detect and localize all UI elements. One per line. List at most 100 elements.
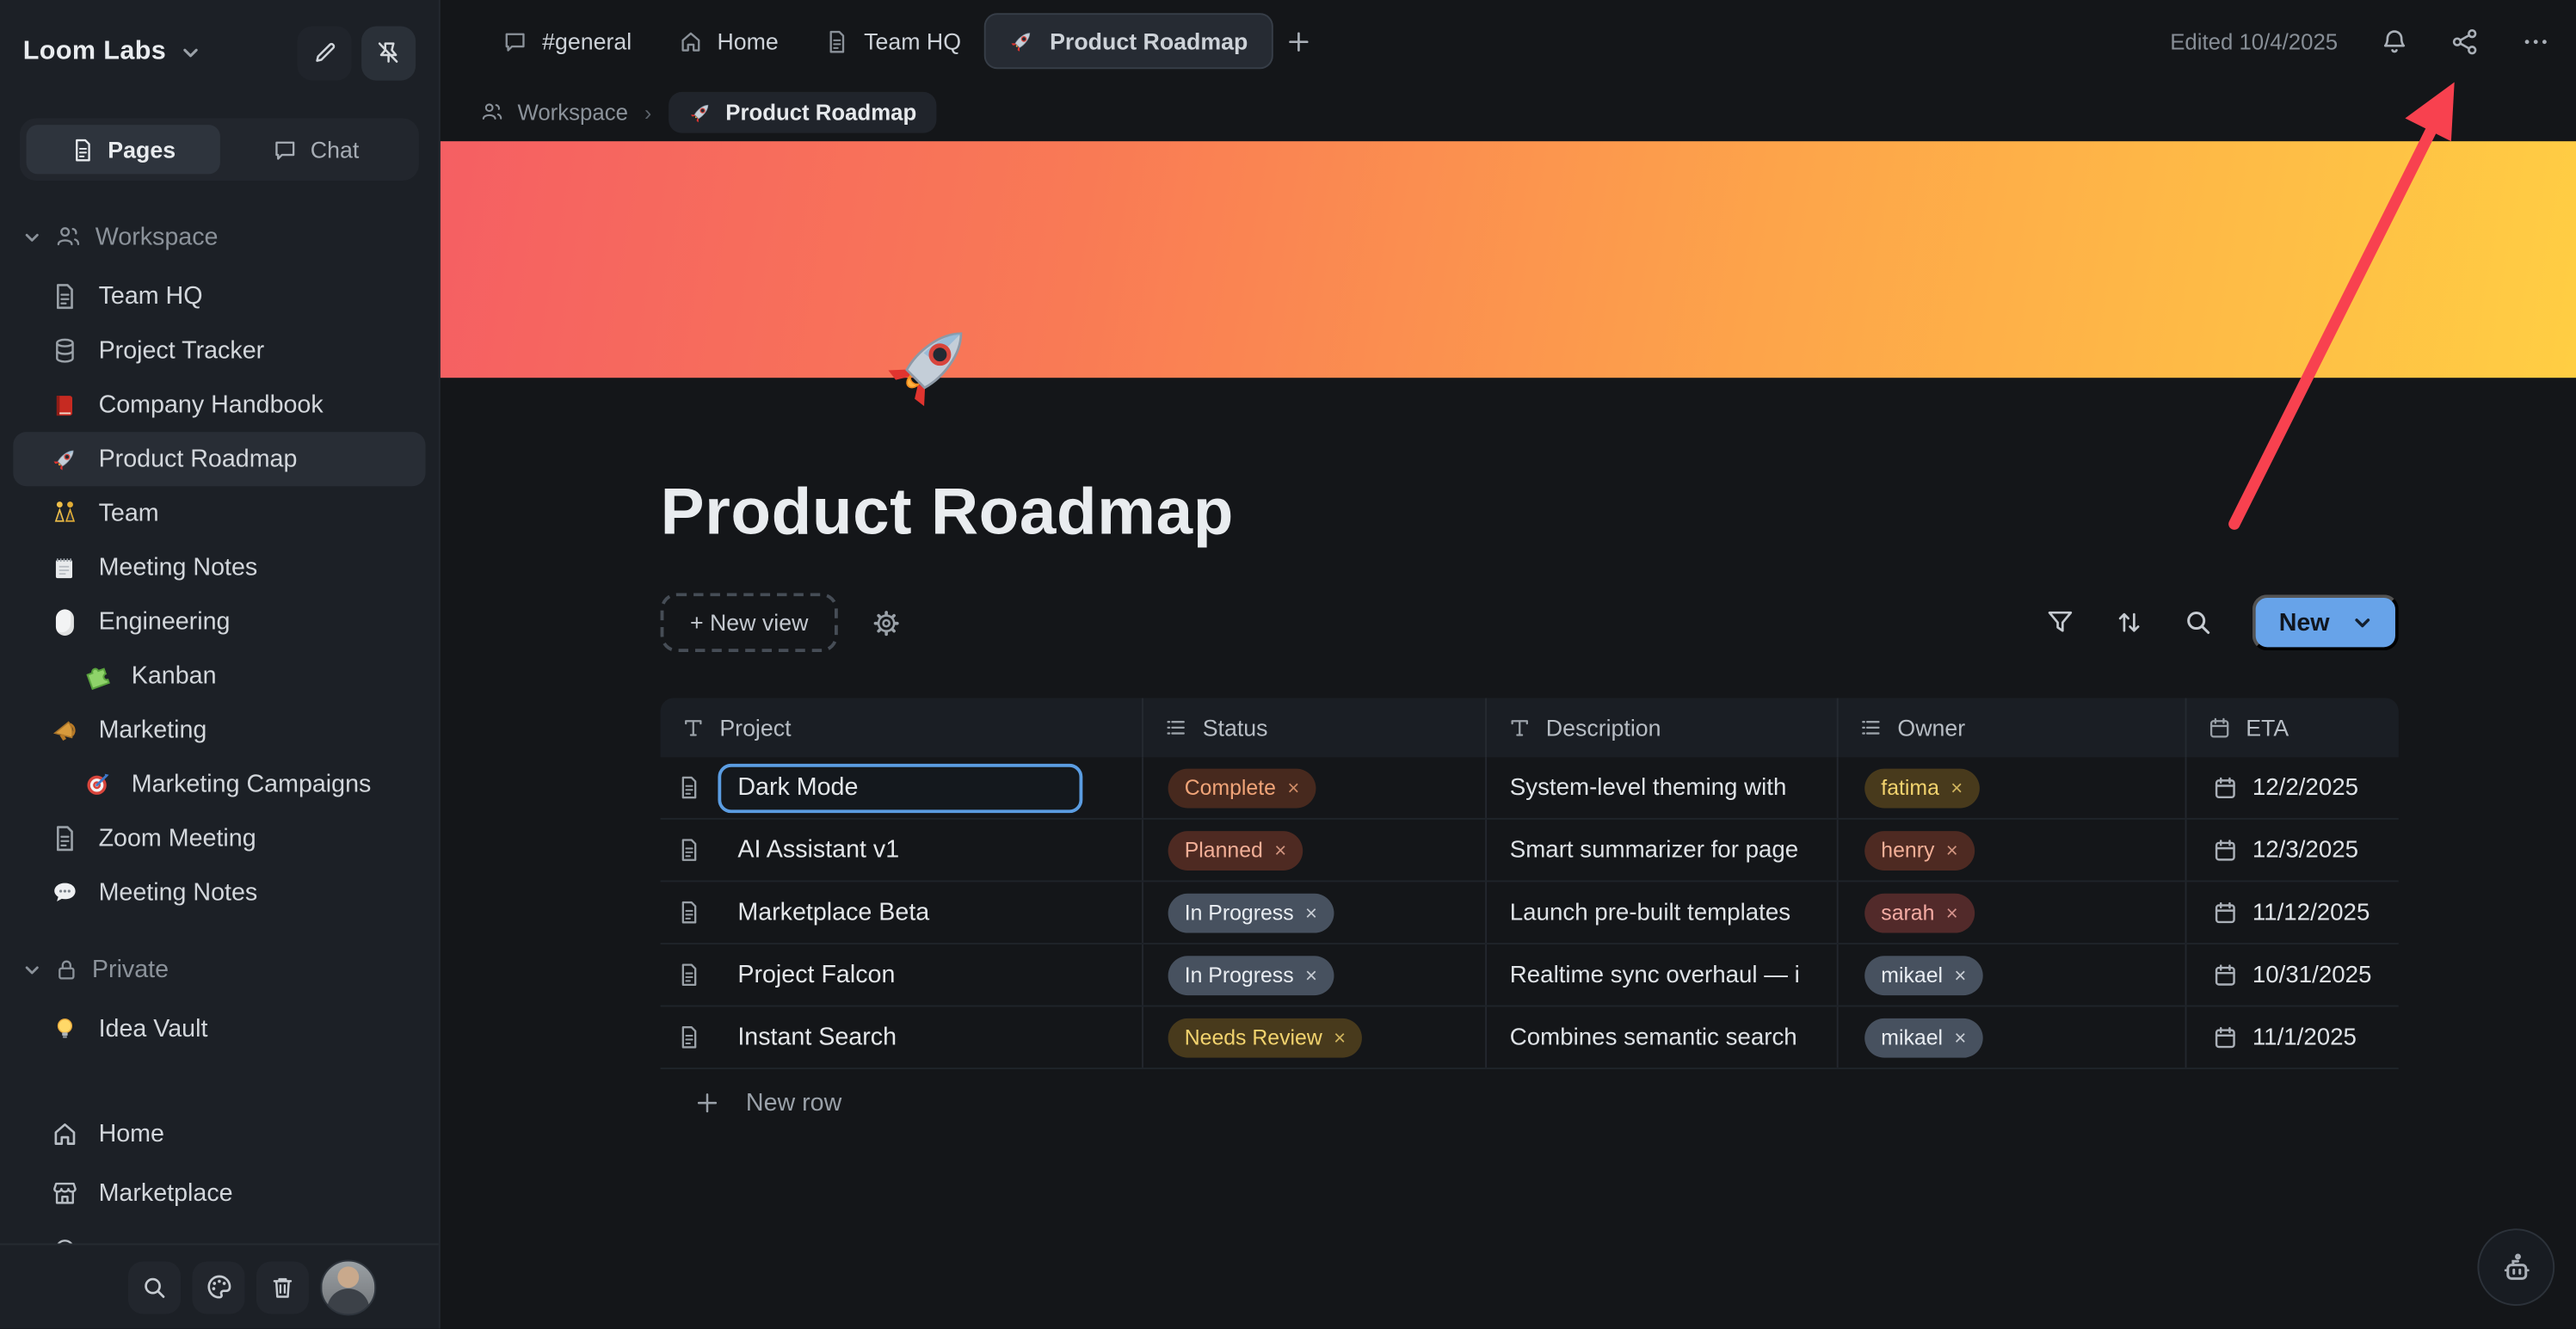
sidebar-item-project-tracker[interactable]: Project Tracker xyxy=(13,323,425,378)
section-private[interactable]: Private xyxy=(0,950,439,989)
page-emoji-rocket[interactable] xyxy=(884,316,979,411)
eta-cell[interactable]: 12/3/2025 xyxy=(2252,837,2358,864)
new-view-button[interactable]: + New view xyxy=(661,593,838,652)
edit-button[interactable] xyxy=(298,26,352,80)
sidebar-item-zoom-meeting[interactable]: Zoom Meeting xyxy=(13,811,425,865)
sidebar-item-team[interactable]: Team xyxy=(13,486,425,540)
owner-tag[interactable]: mikael× xyxy=(1864,1018,1982,1057)
user-avatar[interactable] xyxy=(320,1259,376,1315)
owner-tag[interactable]: mikael× xyxy=(1864,955,1982,994)
status-tag[interactable]: Planned× xyxy=(1168,830,1303,870)
remove-tag-icon[interactable]: × xyxy=(1950,776,1963,799)
remove-tag-icon[interactable]: × xyxy=(1954,963,1966,987)
remove-tag-icon[interactable]: × xyxy=(1287,776,1299,799)
calendar-icon xyxy=(2213,775,2238,800)
lock-icon xyxy=(54,957,79,981)
status-tag[interactable]: Needs Review× xyxy=(1168,1018,1363,1057)
remove-tag-icon[interactable]: × xyxy=(1954,1025,1966,1049)
status-tag[interactable]: Complete× xyxy=(1168,768,1316,808)
eta-cell[interactable]: 12/2/2025 xyxy=(2252,774,2358,801)
project-title[interactable]: Marketplace Beta xyxy=(718,898,929,926)
breadcrumb-current[interactable]: Product Roadmap xyxy=(668,91,936,132)
project-title-input[interactable]: Dark Mode xyxy=(718,763,1082,812)
description-cell[interactable]: Realtime sync overhaul — i xyxy=(1510,962,1800,988)
share-button[interactable] xyxy=(2451,28,2479,55)
white-capsule-icon xyxy=(49,608,78,635)
project-title[interactable]: Project Falcon xyxy=(718,961,895,988)
sidebar-item-home[interactable]: Home xyxy=(13,1104,425,1163)
status-tag[interactable]: In Progress× xyxy=(1168,893,1334,932)
sidebar-item-idea-vault[interactable]: Idea Vault xyxy=(13,1002,425,1056)
tab-chat[interactable]: Chat xyxy=(219,125,412,174)
description-cell[interactable]: Smart summarizer for page xyxy=(1510,837,1798,864)
sidebar-item-marketing[interactable]: Marketing xyxy=(13,703,425,757)
sidebar-item-marketplace[interactable]: Marketplace xyxy=(13,1163,425,1222)
page-cover[interactable] xyxy=(441,141,2576,378)
new-record-button[interactable]: New xyxy=(2252,594,2399,650)
column-header-owner[interactable]: Owner xyxy=(1839,698,2187,758)
description-cell[interactable]: Combines semantic search xyxy=(1510,1024,1797,1051)
sidebar-item-company-handbook[interactable]: Company Handbook xyxy=(13,378,425,432)
owner-tag[interactable]: sarah× xyxy=(1864,893,1975,932)
filter-button[interactable] xyxy=(2046,607,2075,637)
rocket-icon xyxy=(49,445,78,472)
tab-general[interactable]: #general xyxy=(480,13,655,69)
column-header-description[interactable]: Description xyxy=(1487,698,1839,758)
new-tab-button[interactable] xyxy=(1285,28,1310,53)
search-button[interactable] xyxy=(128,1260,181,1313)
owner-tag[interactable]: henry× xyxy=(1864,830,1975,870)
more-button[interactable] xyxy=(2522,28,2549,55)
chevron-down-icon xyxy=(23,227,41,245)
remove-tag-icon[interactable]: × xyxy=(1305,963,1317,987)
description-cell[interactable]: Launch pre-built templates xyxy=(1510,899,1790,926)
eta-cell[interactable]: 10/31/2025 xyxy=(2252,962,2372,988)
eta-cell[interactable]: 11/1/2025 xyxy=(2252,1024,2357,1051)
tab-pages[interactable]: Pages xyxy=(27,125,219,174)
tab-team-hq[interactable]: Team HQ xyxy=(802,13,984,69)
status-tag[interactable]: In Progress× xyxy=(1168,955,1334,994)
sidebar-item-kanban[interactable]: Kanban xyxy=(13,649,425,703)
puzzle-icon xyxy=(82,662,111,690)
page-title[interactable]: Product Roadmap xyxy=(661,477,2576,551)
tab-home[interactable]: Home xyxy=(655,13,802,69)
project-title[interactable]: Instant Search xyxy=(718,1024,897,1051)
search-icon xyxy=(141,1274,168,1301)
text-type-icon xyxy=(681,717,705,740)
column-header-project[interactable]: Project xyxy=(661,698,1143,758)
tab-product-roadmap[interactable]: Product Roadmap xyxy=(984,13,1273,69)
breadcrumb: Workspace › Product Roadmap xyxy=(441,82,2576,141)
remove-tag-icon[interactable]: × xyxy=(1274,839,1286,862)
column-header-eta[interactable]: ETA xyxy=(2186,698,2398,758)
project-title[interactable]: AI Assistant v1 xyxy=(718,836,899,864)
sidebar-item-team-hq[interactable]: Team HQ xyxy=(13,269,425,323)
sidebar-item-meeting-notes-2[interactable]: Meeting Notes xyxy=(13,865,425,920)
sidebar-item-marketing-campaigns[interactable]: Marketing Campaigns xyxy=(13,757,425,811)
sidebar-mode-toggle: Pages Chat xyxy=(20,118,419,181)
unpin-sidebar-button[interactable] xyxy=(361,26,416,80)
eta-cell[interactable]: 11/12/2025 xyxy=(2252,899,2370,926)
text-type-icon xyxy=(1508,717,1531,740)
assistant-button[interactable] xyxy=(2477,1228,2554,1306)
remove-tag-icon[interactable]: × xyxy=(1946,901,1958,924)
theme-button[interactable] xyxy=(192,1260,244,1313)
new-row-button[interactable]: New row xyxy=(661,1069,2399,1135)
description-cell[interactable]: System-level theming with xyxy=(1510,774,1787,801)
notifications-button[interactable] xyxy=(2381,28,2408,55)
chevron-down-icon[interactable] xyxy=(181,43,200,63)
sidebar-item-product-roadmap[interactable]: Product Roadmap xyxy=(13,432,425,486)
workspace-switcher[interactable]: Loom Labs xyxy=(23,38,166,67)
column-header-status[interactable]: Status xyxy=(1143,698,1487,758)
section-workspace[interactable]: Workspace xyxy=(0,217,439,256)
sidebar-item-clipped[interactable] xyxy=(0,1222,439,1244)
sidebar-item-engineering[interactable]: Engineering xyxy=(13,594,425,649)
view-settings-button[interactable] xyxy=(871,607,902,638)
search-table-button[interactable] xyxy=(2184,607,2213,637)
breadcrumb-workspace[interactable]: Workspace xyxy=(480,100,628,125)
trash-button[interactable] xyxy=(256,1260,309,1313)
remove-tag-icon[interactable]: × xyxy=(1334,1025,1346,1049)
sort-button[interactable] xyxy=(2115,607,2144,637)
remove-tag-icon[interactable]: × xyxy=(1305,901,1317,924)
owner-tag[interactable]: fatima× xyxy=(1864,768,1979,808)
remove-tag-icon[interactable]: × xyxy=(1946,839,1958,862)
sidebar-item-meeting-notes[interactable]: Meeting Notes xyxy=(13,540,425,594)
